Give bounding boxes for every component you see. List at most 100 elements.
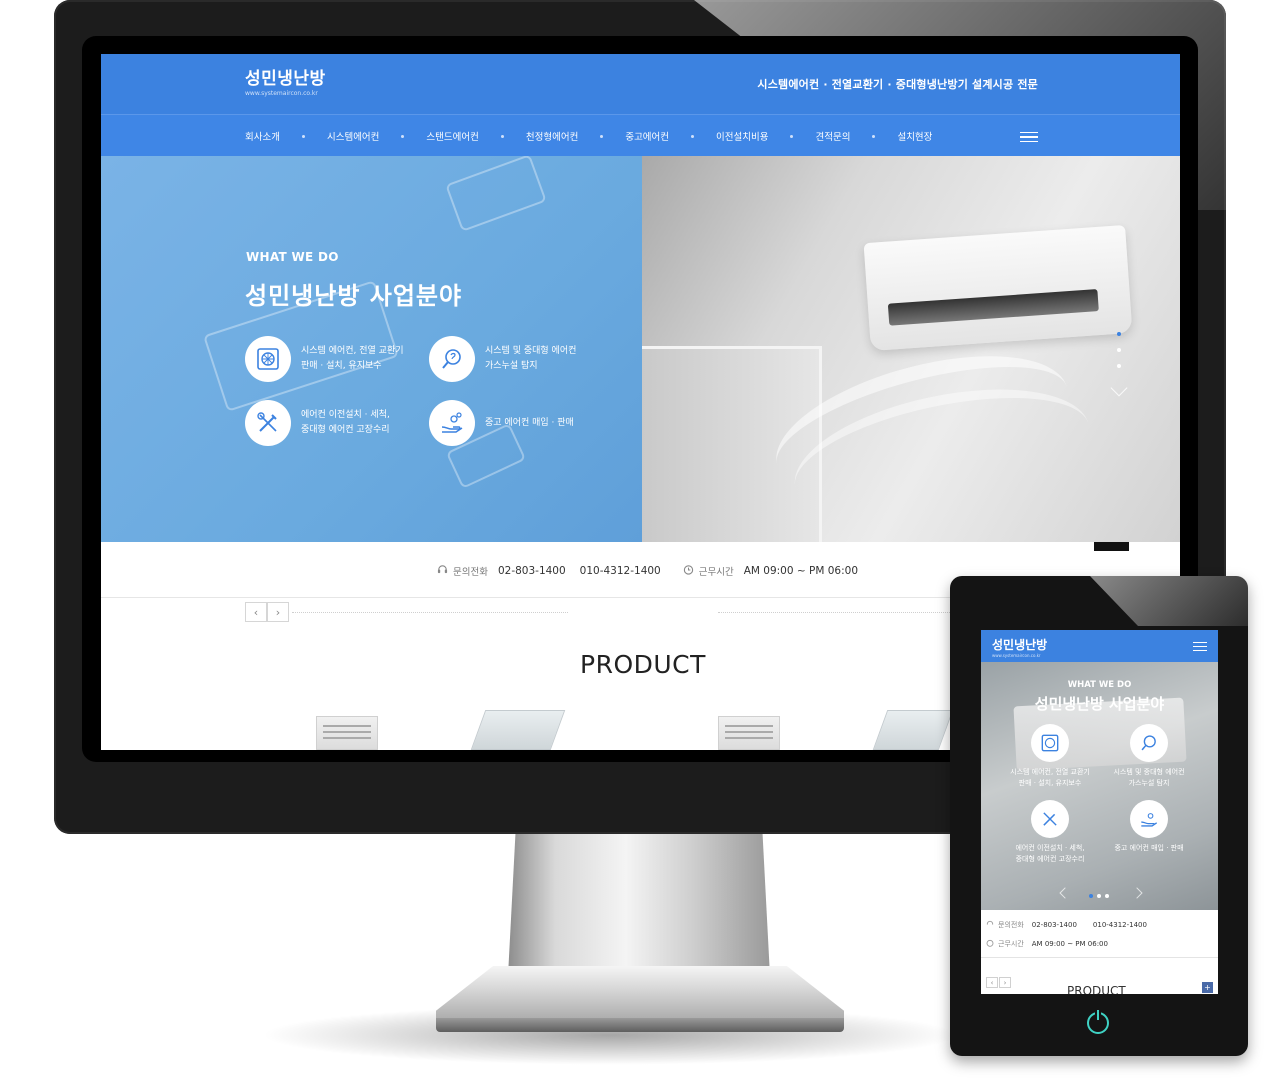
hero-panel: WHAT WE DO 성민냉난방 사업분야 시스템 에어컨, 전열 교환기 판매… [101,156,642,542]
mobile-phone-label: 문의전화 [998,921,1024,929]
phone-number[interactable]: 02-803-1400 [498,565,566,577]
feature-item[interactable]: 시스템 에어컨, 전열 교환기 판매 · 설치, 유지보수 [245,336,404,382]
site-header: 성민냉난방 www.systemaircon.co.kr 시스템에어컨 · 전열… [101,54,1180,114]
monitor-stand-neck [508,826,770,976]
nav-item-relocation-cost[interactable]: 이전설치비용 [716,129,768,143]
logo-text: 성민냉난방 [245,69,326,89]
mobile-header: 성민냉난방 www.systemaircon.co.kr [981,630,1218,662]
mobile-phone-number[interactable]: 02-803-1400 [1032,921,1077,929]
nav-separator [301,134,305,138]
feature-text: 에어컨 이전설치 · 세척, 중대형 에어컨 고장수리 [301,410,390,435]
mobile-logo[interactable]: 성민냉난방 www.systemaircon.co.kr [992,636,1047,658]
ceiling-vent-decor [445,156,547,232]
product-section-title: PRODUCT [580,650,706,679]
hero-eyebrow: WHAT WE DO [246,250,339,264]
monitor-stand-base [436,966,844,1022]
nav-item-stand-aircon[interactable]: 스탠드에어컨 [426,129,478,143]
divider [292,612,568,613]
main-nav: 회사소개 시스템에어컨 스탠드에어컨 천정형에어컨 중고에어컨 이전설치비용 견… [101,114,1180,156]
mobile-mobile-number[interactable]: 010-4312-1400 [1093,921,1147,929]
product-stand-aircon-image[interactable] [718,716,780,750]
clock-icon [986,939,994,949]
header-slogan: 시스템에어컨 · 전열교환기 · 중대형냉난방기 설계시공 전문 [757,78,1038,91]
aircon-vent [887,289,1099,326]
nav-separator [691,134,695,138]
feature-item[interactable]: 시스템 및 중대형 에어컨 가스누설 탐지 [429,336,576,382]
mobile-hero-eyebrow: WHAT WE DO [1067,680,1132,690]
product-prev-button[interactable]: ‹ [245,602,267,622]
slide-dot-active[interactable] [1117,332,1121,336]
mobile-feature-text: 중고 에어컨 매입 · 판매 [1114,844,1184,852]
mobile-number[interactable]: 010-4312-1400 [580,565,661,577]
mobile-feature-text: 시스템 및 중대형 에어컨 가스누설 탐지 [1113,768,1185,787]
nav-separator [401,134,405,138]
headset-icon [437,564,448,578]
mobile-hero-title: 성민냉난방 사업분야 [1034,695,1165,713]
tablet-gloss [1090,576,1248,626]
nav-item-estimate[interactable]: 견적문의 [815,129,850,143]
slide-dot[interactable] [1117,364,1121,368]
nav-separator [872,134,876,138]
nav-item-ceiling-aircon[interactable]: 천정형에어컨 [526,129,578,143]
mobile-feature-item[interactable]: 에어컨 이전설치 · 세척, 중대형 에어컨 고장수리 [995,800,1105,865]
monitor-stand-edge [436,1018,844,1032]
business-hours: AM 09:00 ~ PM 06:00 [743,565,859,577]
wall-aircon-decor [863,224,1133,352]
mobile-feature-item[interactable]: 시스템 및 중대형 에어컨 가스누설 탐지 [1094,724,1204,789]
nav-item-company[interactable]: 회사소개 [245,129,280,143]
nav-separator [600,134,604,138]
clock-icon [683,564,694,578]
mobile-feature-item[interactable]: 시스템 에어컨, 전열 교환기 판매 · 설치, 유지보수 [995,724,1105,789]
aircon-unit-icon [245,336,291,382]
menu-hamburger-icon[interactable] [1020,132,1038,142]
product-cassette-aircon-image[interactable] [470,710,566,750]
nav-item-used-aircon[interactable]: 중고에어컨 [625,129,669,143]
mobile-slide-dots [1087,894,1111,898]
feature-item[interactable]: 중고 에어컨 매입 · 판매 [429,400,574,446]
slide-dot[interactable] [1105,894,1109,898]
hero-title: 성민냉난방 사업분야 [245,282,463,310]
mobile-more-button[interactable]: + [1202,982,1213,993]
product-next-button[interactable]: › [267,602,289,622]
top-button[interactable] [1094,542,1129,551]
tools-icon [1031,800,1069,838]
nav-separator [790,134,794,138]
leak-detect-icon [429,336,475,382]
mobile-feature-item[interactable]: 중고 에어컨 매입 · 판매 [1094,800,1204,854]
hand-coins-icon [429,400,475,446]
nav-item-install-sites[interactable]: 설치현장 [897,129,932,143]
feature-text: 시스템 에어컨, 전열 교환기 판매 · 설치, 유지보수 [301,346,404,371]
tools-icon [245,400,291,446]
chevron-right-icon[interactable] [1131,887,1143,899]
hand-coins-icon [1130,800,1168,838]
phone-label: 문의전화 [453,567,488,578]
logo-url: www.systemaircon.co.kr [245,90,318,97]
nav-item-system-aircon[interactable]: 시스템에어컨 [327,129,379,143]
feature-text: 시스템 및 중대형 에어컨 가스누설 탐지 [485,346,577,371]
power-icon[interactable] [1087,1010,1109,1034]
site-logo[interactable]: 성민냉난방 www.systemaircon.co.kr [245,64,326,97]
mobile-menu-icon[interactable] [1193,642,1207,651]
mobile-product-prev[interactable]: ‹ [986,977,998,988]
mobile-feature-text: 에어컨 이전설치 · 세척, 중대형 에어컨 고장수리 [1015,844,1085,863]
leak-detect-icon [1130,724,1168,762]
slide-dot[interactable] [1117,348,1121,352]
chevron-left-icon[interactable] [1059,887,1071,899]
hours-label: 근무시간 [698,567,734,578]
feature-item[interactable]: 에어컨 이전설치 · 세척, 중대형 에어컨 고장수리 [245,400,390,446]
mobile-logo-url: www.systemaircon.co.kr [992,653,1041,658]
divider [718,612,950,613]
mobile-product-title: PRODUCT [1067,984,1126,994]
mobile-business-hours: AM 09:00 ~ PM 06:00 [1031,940,1108,948]
headset-icon [986,920,994,930]
mobile-feature-text: 시스템 에어컨, 전열 교환기 판매 · 설치, 유지보수 [1010,768,1090,787]
feature-text: 중고 에어컨 매입 · 판매 [485,417,574,428]
mobile-contact-bar: 문의전화 02-803-1400 010-4312-1400 근무시간 AM 0… [981,910,1218,958]
slide-dot-active[interactable] [1089,894,1093,898]
product-stand-aircon-image[interactable] [316,716,378,750]
chevron-down-icon[interactable] [1110,379,1128,397]
slide-dot[interactable] [1097,894,1101,898]
nav-separator [500,134,504,138]
mobile-hero: WHAT WE DO 성민냉난방 사업분야 시스템 에어컨, 전열 교환기 판매… [981,662,1218,910]
mobile-product-next[interactable]: › [999,977,1011,988]
